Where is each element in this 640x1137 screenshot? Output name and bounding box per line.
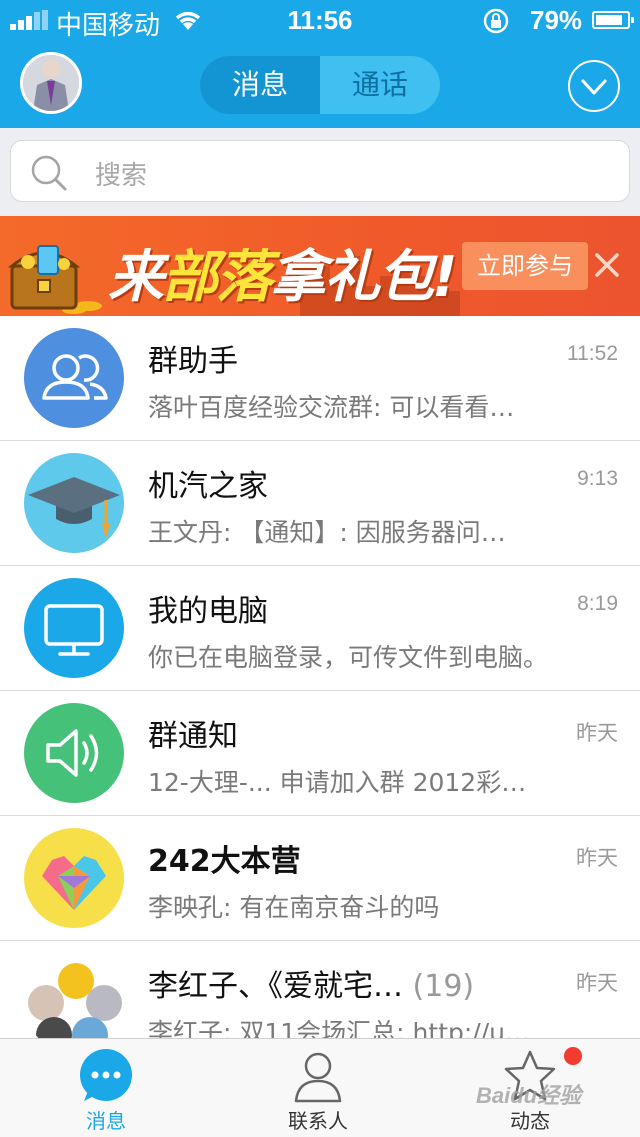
conversation-row[interactable]: 机汽之家 9:13 王文丹: 【通知】: 因服务器问… [0, 441, 640, 566]
conversation-preview: 12-大理-... 申请加入群 2012彩… [148, 768, 527, 797]
conversation-time: 8:19 [577, 592, 618, 615]
messages-calls-segmented-control: 消息 通话 [200, 56, 440, 114]
banner-text-part2: 部落 [162, 245, 272, 310]
graduation-cap-icon [24, 453, 124, 553]
conversation-row[interactable]: 群通知 昨天 12-大理-... 申请加入群 2012彩… [0, 691, 640, 816]
conversation-name: 我的电脑 [148, 594, 268, 629]
tab-label: 联系人 [288, 1109, 348, 1133]
watermark: Baidu经验 [476, 1083, 582, 1108]
conversation-name: 群通知 [148, 719, 238, 754]
notification-badge [564, 1047, 582, 1065]
user-avatar[interactable] [20, 52, 82, 114]
conversation-time: 昨天 [576, 722, 618, 745]
conversation-preview: 王文丹: 【通知】: 因服务器问… [148, 518, 506, 547]
conversation-preview: 你已在电脑登录，可传文件到电脑。 [148, 643, 549, 672]
treasure-chest-icon [8, 245, 102, 314]
computer-monitor-icon [24, 578, 124, 678]
search-placeholder: 搜索 [95, 161, 148, 191]
conversation-row[interactable]: 群助手 11:52 落叶百度经验交流群: 可以看看… [0, 316, 640, 441]
conversation-name: 群助手 [148, 344, 238, 379]
battery-percent: 79% [530, 5, 583, 35]
promo-banner[interactable]: 来部落拿礼包! 立即参与 [0, 216, 640, 316]
join-now-button[interactable]: 立即参与 [462, 242, 588, 290]
conversation-row[interactable]: 我的电脑 8:19 你已在电脑登录，可传文件到电脑。 [0, 566, 640, 691]
tab-calls[interactable]: 通话 [320, 56, 440, 114]
conversation-preview: 落叶百度经验交流群: 可以看看… [148, 393, 515, 422]
banner-headline: 来部落拿礼包! [108, 232, 458, 313]
heart-logo-icon [24, 828, 124, 928]
conversation-row[interactable]: 242大本营 昨天 李映孔: 有在南京奋斗的吗 [0, 816, 640, 941]
contacts-icon [294, 1052, 342, 1103]
rotation-lock-icon [483, 8, 509, 34]
conversation-time: 昨天 [576, 972, 618, 995]
speaker-icon [24, 703, 124, 803]
conversation-preview: 李映孔: 有在南京奋斗的吗 [148, 893, 440, 922]
conversation-name: 242大本营 [148, 844, 301, 879]
status-bar: 中国移动 11:56 79% [0, 0, 640, 40]
search-input[interactable]: 搜索 [10, 140, 630, 202]
search-icon [31, 155, 67, 191]
conversation-list: 群助手 11:52 落叶百度经验交流群: 可以看看… 机汽之家 9:13 王文丹… [0, 316, 640, 1066]
chevron-down-icon [581, 79, 607, 95]
tab-messages[interactable]: 消息 [200, 56, 320, 114]
conversation-time: 9:13 [577, 467, 618, 490]
close-icon[interactable] [592, 250, 622, 280]
conversation-time: 昨天 [576, 847, 618, 870]
conversation-name: 机汽之家 [148, 469, 268, 504]
conversation-name-text: 李红子、《爱就宅… [148, 969, 403, 1004]
unread-count: (19) [412, 969, 475, 1004]
group-assistant-icon [24, 328, 124, 428]
chat-bubble-icon [80, 1049, 132, 1101]
banner-text-part3: 拿礼包! [270, 245, 458, 310]
conversation-name: 李红子、《爱就宅… (19) [148, 961, 474, 1005]
battery-icon [592, 11, 634, 29]
tab-contacts[interactable]: 联系人 [238, 1039, 398, 1137]
header-bar: 消息 通话 [0, 40, 640, 128]
dropdown-button[interactable] [568, 60, 620, 112]
tab-label: 消息 [86, 1109, 126, 1133]
tab-messages-bottom[interactable]: 消息 [26, 1039, 186, 1137]
avatar-image [23, 55, 79, 111]
conversation-time: 11:52 [567, 342, 618, 365]
banner-text-part1: 来 [108, 245, 164, 310]
search-area: 搜索 [0, 128, 640, 216]
